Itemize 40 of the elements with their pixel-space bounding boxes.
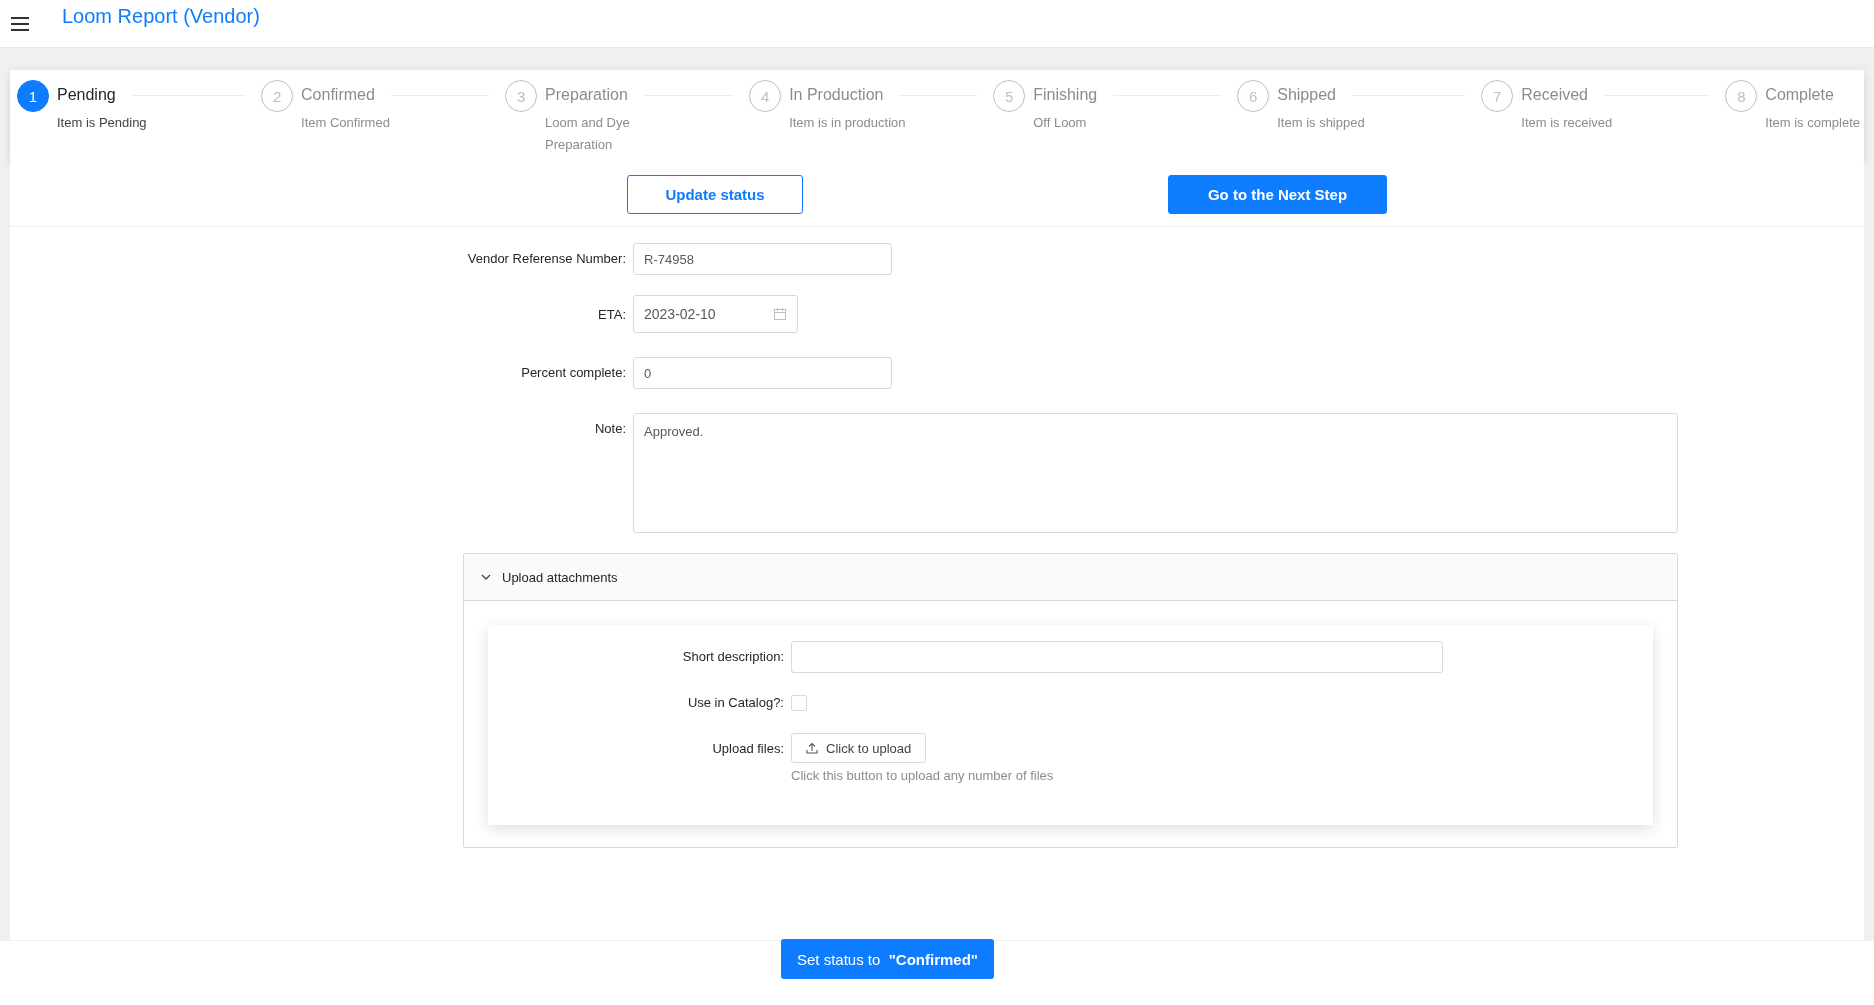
step-title[interactable]: Pending: [57, 86, 116, 104]
step-description: Off Loom: [1033, 114, 1088, 132]
field-label: Vendor Referense Number:: [466, 250, 627, 268]
field-label: Short description:: [681, 648, 785, 666]
page-title: Loom Report (Vendor): [62, 5, 260, 28]
step-description: Item is in production: [789, 114, 907, 132]
step-description: Item Confirmed: [301, 114, 391, 132]
date-field[interactable]: 2023-02-10: [633, 295, 798, 333]
step-title[interactable]: Received: [1521, 86, 1588, 104]
calendar-icon: [773, 307, 787, 321]
step-title[interactable]: Preparation: [545, 86, 628, 104]
step-description: Loom and Dye Preparation: [545, 114, 631, 154]
step-description: Item is shipped: [1277, 114, 1366, 132]
step-description: Item is complete: [1765, 114, 1860, 132]
field-label: Use in Catalog?:: [686, 694, 785, 712]
field-label: Percent complete:: [520, 364, 627, 382]
step-title[interactable]: In Production: [789, 86, 884, 104]
step-description: Item is received: [1521, 114, 1614, 132]
next-step-button[interactable]: Go to the Next Step: [1168, 174, 1387, 214]
checkbox[interactable]: [791, 695, 807, 711]
step-title[interactable]: Complete: [1765, 86, 1834, 104]
text-field[interactable]: R-74958: [633, 243, 892, 275]
hint-text: Click this button to upload any number of files: [791, 768, 1055, 783]
field-label: ETA:: [597, 306, 627, 324]
menu-icon[interactable]: [10, 15, 30, 32]
set-status-button[interactable]: Set status to "Confirmed": [781, 939, 994, 979]
text-field[interactable]: [791, 641, 1443, 673]
field-label: Note:: [593, 420, 627, 438]
upload-button[interactable]: Click to upload: [791, 733, 927, 763]
step-title[interactable]: Finishing: [1033, 86, 1098, 104]
step-title[interactable]: Confirmed: [301, 86, 375, 104]
text-field[interactable]: 0: [633, 357, 892, 389]
step-title[interactable]: Shipped: [1277, 86, 1336, 104]
upload-icon: [806, 742, 818, 754]
update-status-button[interactable]: Update status: [627, 174, 803, 214]
step-description: Item is Pending: [57, 114, 148, 132]
field-label: Upload files:: [711, 740, 785, 758]
step-number[interactable]: 1: [17, 80, 49, 112]
note-field[interactable]: Approved.: [633, 413, 1678, 533]
panel-header[interactable]: Upload attachments: [464, 554, 1677, 601]
